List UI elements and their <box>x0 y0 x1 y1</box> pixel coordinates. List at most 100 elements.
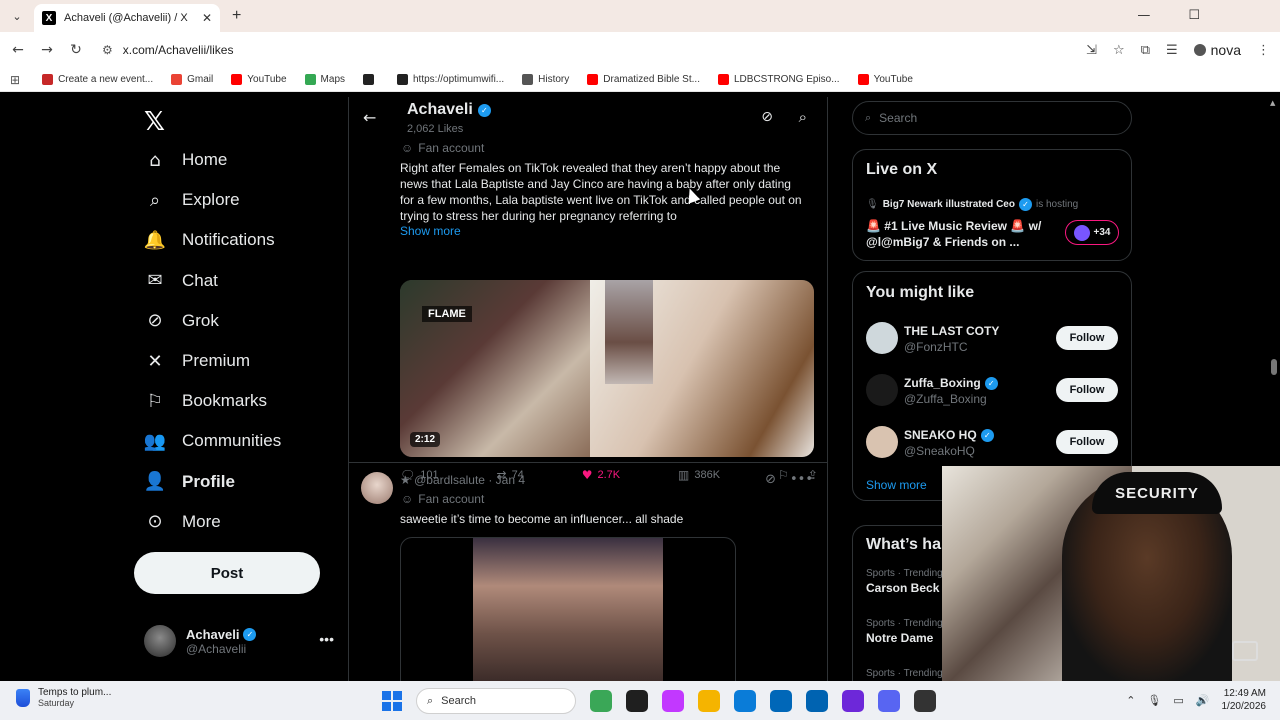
live-host[interactable]: 🎙 Big7 Newark illustrated Ceo ✓ is hosting <box>866 198 1078 211</box>
grok-icon[interactable]: ⊘ <box>761 109 773 125</box>
chevron-up-icon[interactable]: ⌃ <box>1126 694 1135 707</box>
nav-item-label: Home <box>182 150 228 169</box>
avatar <box>866 426 898 458</box>
taskbar-app-icon[interactable] <box>770 690 792 712</box>
suggestion-item[interactable]: Zuffa_Boxing ✓ @Zuffa_Boxing Follow <box>866 374 1126 408</box>
bookmark-item[interactable]: YouTube <box>231 74 287 85</box>
taskbar-app-icon[interactable] <box>698 690 720 712</box>
taskbar-app-icon[interactable] <box>662 690 684 712</box>
like-button[interactable]: ♥ 2.7K <box>582 468 620 482</box>
scroll-up-icon[interactable]: ▲ <box>1270 99 1275 107</box>
clock[interactable]: 12:49 AM 1/20/2026 <box>1222 687 1267 713</box>
bookmark-item[interactable]: https://optimumwifi... <box>397 74 504 85</box>
more-options-icon[interactable]: ••• <box>319 631 334 647</box>
grok-icon: ⊘ <box>147 310 163 332</box>
bookmark-item[interactable] <box>363 74 379 85</box>
verified-badge-icon: ✓ <box>980 428 994 442</box>
mic-icon[interactable]: 🎙 <box>1147 694 1161 707</box>
bookmark-item[interactable]: LDBCSTRONG Episo... <box>717 74 840 85</box>
apps-grid-icon[interactable]: ⊞ <box>10 73 20 87</box>
post-button[interactable]: Post <box>134 552 320 594</box>
taskbar-app-icon[interactable] <box>914 690 936 712</box>
forward-icon[interactable]: → <box>33 42 61 58</box>
back-icon[interactable]: ← <box>4 42 32 58</box>
show-more-link[interactable]: Show more <box>400 224 461 238</box>
bookmark-item[interactable]: Create a new event... <box>42 74 153 85</box>
account-switcher[interactable]: Achaveli ✓ @Achavelii ••• <box>144 625 334 657</box>
bookmark-item[interactable]: YouTube <box>857 74 913 85</box>
post-video[interactable]: FLAME 2:12 <box>400 280 814 457</box>
views-button[interactable]: ▥ 386K <box>678 468 720 482</box>
install-app-icon[interactable]: ⇲ <box>1086 43 1097 58</box>
nav-item-notifications[interactable]: 🔔 Notifications <box>144 229 275 251</box>
browser-menu-icon[interactable]: ⋮ <box>1257 43 1270 58</box>
media-controls-icon[interactable]: ☰ <box>1166 43 1178 58</box>
suggestion-item[interactable]: SNEAKO HQ ✓ @SneakoHQ Follow <box>866 426 1126 460</box>
suggestion-item[interactable]: THE LAST COTY @FonzHTC Follow <box>866 322 1126 356</box>
volume-icon[interactable]: 🔊 <box>1196 694 1210 707</box>
search-icon[interactable]: ⌕ <box>799 108 807 126</box>
nav-item-premium[interactable]: ✕ Premium <box>144 350 250 372</box>
taskbar-search[interactable]: ⌕ Search <box>416 688 576 714</box>
bookmark-item[interactable]: Maps <box>304 74 345 85</box>
x-logo-icon[interactable]: 𝕏 <box>144 107 165 137</box>
extensions-icon[interactable]: ⧉ <box>1141 43 1150 58</box>
site-info-icon[interactable]: ⚙ <box>102 43 113 57</box>
back-arrow-icon[interactable]: ← <box>363 108 376 127</box>
account-name: Achaveli <box>186 626 240 642</box>
nav-item-grok[interactable]: ⊘ Grok <box>144 310 218 332</box>
address-bar[interactable]: x.com/Achavelii/likes <box>123 43 234 57</box>
follow-button[interactable]: Follow <box>1056 430 1118 454</box>
profile-button[interactable]: nova <box>1193 42 1241 58</box>
minimize-icon[interactable]: — <box>1137 8 1150 23</box>
close-tab-icon[interactable]: ✕ <box>202 11 212 25</box>
bookmark-star-icon[interactable]: ☆ <box>1113 43 1125 58</box>
follow-button[interactable]: Follow <box>1056 378 1118 402</box>
taskbar-app-icon[interactable] <box>734 690 756 712</box>
follow-button[interactable]: Follow <box>1056 326 1118 350</box>
main-timeline: ← Achaveli ✓ 2,062 Likes ⊘ ⌕ ☺ Fan account… <box>348 97 828 681</box>
nav-item-explore[interactable]: ⌕ Explore <box>144 189 240 211</box>
bookmark-item[interactable]: Gmail <box>171 74 213 85</box>
network-icon[interactable]: ▭ <box>1173 694 1183 707</box>
left-navigation: 𝕏 ⌂ Home ⌕ Explore 🔔 Notifications ✉ Chat ⊘ Grok ✕… <box>134 97 348 681</box>
tab-search-dropdown-icon[interactable]: ⌄ <box>4 3 30 29</box>
x-icon: ✕ <box>147 350 163 372</box>
taskbar-app-icon[interactable] <box>626 690 648 712</box>
maximize-icon[interactable]: ☐ <box>1188 8 1200 23</box>
video-duration: 2:12 <box>410 432 441 447</box>
taskbar-app-icon[interactable] <box>806 690 828 712</box>
taskbar-app-icon[interactable] <box>842 690 864 712</box>
start-icon[interactable] <box>382 691 402 711</box>
grok-icon[interactable]: ⊘ <box>765 472 776 487</box>
taskbar-app-icon[interactable] <box>878 690 900 712</box>
nav-item-profile[interactable]: 👤 Profile <box>144 471 235 493</box>
reload-icon[interactable]: ↻ <box>62 42 90 58</box>
browser-tab-active[interactable]: X Achaveli (@Achavelii) / X ✕ <box>34 4 220 32</box>
post-author[interactable]: ★ @bardlsalute · Jan 4 <box>400 473 525 487</box>
more-options-icon[interactable]: ••• <box>790 472 813 487</box>
taskbar-app-icon[interactable] <box>590 690 612 712</box>
verified-badge-icon: ✓ <box>477 103 491 117</box>
post-text: saweetie it’s time to become an influenc… <box>400 512 684 526</box>
weather-widget[interactable]: Temps to plum... Saturday <box>16 687 111 708</box>
nav-item-chat[interactable]: ✉ Chat <box>144 270 217 292</box>
nav-item-more[interactable]: ⊙ More <box>144 511 220 533</box>
avatar[interactable] <box>361 472 393 504</box>
nav-item-communities[interactable]: 👥 Communities <box>144 430 281 452</box>
live-space-title[interactable]: 🚨 #1 Live Music Review 🚨 w/ @l@mBig7 & F… <box>866 218 1056 250</box>
nav-item-bookmarks[interactable]: ⚐ Bookmarks <box>144 390 267 412</box>
mask-icon: ☺ <box>401 492 414 506</box>
bookmark-item[interactable]: Dramatized Bible St... <box>587 74 700 85</box>
post-video[interactable] <box>400 537 736 681</box>
live-listeners-pill[interactable]: +34 <box>1065 220 1119 245</box>
show-more-link[interactable]: Show more <box>866 478 927 492</box>
search-input[interactable]: ⌕ Search <box>852 101 1132 135</box>
bookmark-favicon-icon <box>717 74 729 85</box>
scroll-thumb[interactable] <box>1271 359 1277 375</box>
nav-item-home[interactable]: ⌂ Home <box>144 149 227 171</box>
bookmark-item[interactable]: History <box>522 74 569 85</box>
new-tab-icon[interactable]: + <box>232 7 241 25</box>
nav-item-label: Bookmarks <box>182 391 268 411</box>
system-tray: ⌃ 🎙 ▭ 🔊 12:49 AM 1/20/2026 <box>1126 687 1266 713</box>
